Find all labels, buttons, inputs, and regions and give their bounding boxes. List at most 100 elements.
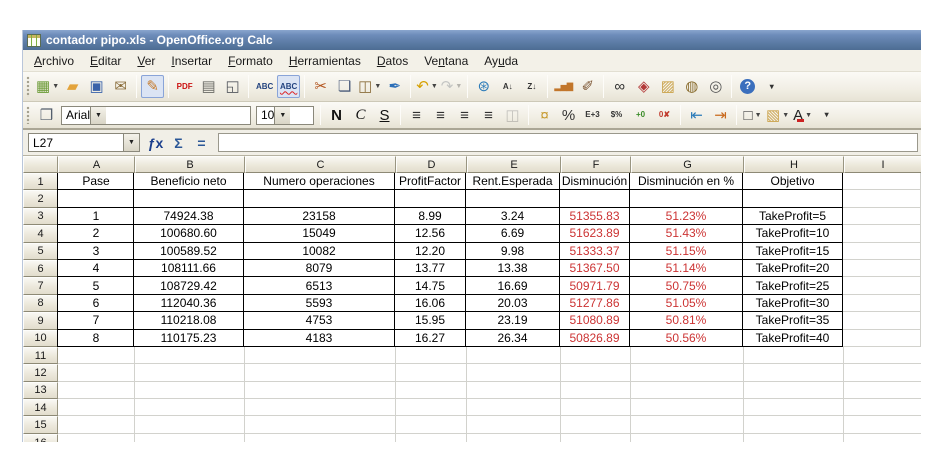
- cell-B8[interactable]: 112040.36: [134, 294, 244, 313]
- cell-G4[interactable]: 51.43%: [630, 225, 743, 243]
- merge-cells-button[interactable]: ◫: [501, 104, 524, 127]
- standard-format-button[interactable]: $%: [605, 104, 628, 127]
- menu-ventana[interactable]: Ventana: [416, 51, 476, 71]
- copy-button[interactable]: ❏: [333, 75, 356, 98]
- cell-A16[interactable]: [58, 433, 135, 442]
- select-all-corner[interactable]: [23, 156, 58, 173]
- cell-D9[interactable]: 15.95: [395, 312, 466, 330]
- cell-F5[interactable]: 51333.37: [560, 242, 630, 260]
- currency-format-button[interactable]: ¤: [533, 104, 556, 127]
- cell-A12[interactable]: [58, 364, 135, 382]
- cell-E7[interactable]: 16.69: [466, 277, 560, 295]
- italic-button[interactable]: C: [349, 104, 372, 127]
- cell-C16[interactable]: [245, 433, 396, 442]
- cell-H8[interactable]: TakeProfit=30: [743, 294, 843, 313]
- cell-F6[interactable]: 51367.50: [560, 259, 630, 278]
- print-button[interactable]: ▤: [197, 75, 220, 98]
- menu-editar[interactable]: Editar: [82, 51, 129, 71]
- insert-chart-button[interactable]: ▂▅▇: [552, 75, 575, 98]
- navigator-button[interactable]: ◈: [632, 75, 655, 98]
- chevron-down-icon[interactable]: ▼: [123, 134, 139, 151]
- cell-G9[interactable]: 50.81%: [630, 312, 743, 330]
- cell-C1[interactable]: Numero operaciones: [244, 173, 395, 191]
- bold-button[interactable]: N: [325, 104, 348, 127]
- autospellcheck-button[interactable]: ABC: [277, 75, 301, 98]
- redo-button[interactable]: ↷ ▼: [440, 75, 464, 98]
- cell-I11[interactable]: [844, 346, 921, 365]
- cell-B3[interactable]: 74924.38: [134, 207, 244, 226]
- name-box[interactable]: L27 ▼: [28, 133, 140, 152]
- email-button[interactable]: ✉: [109, 75, 132, 98]
- chevron-down-icon[interactable]: ▼: [90, 106, 107, 124]
- cell-F8[interactable]: 51277.86: [560, 294, 630, 313]
- row-header-16[interactable]: 16: [23, 433, 58, 442]
- cell-E4[interactable]: 6.69: [466, 225, 560, 243]
- font-color-button[interactable]: A ▼: [791, 104, 814, 127]
- cell-A13[interactable]: [58, 381, 135, 400]
- cell-H1[interactable]: Objetivo: [743, 173, 843, 191]
- spellcheck-button[interactable]: ABC: [253, 75, 276, 98]
- function-button[interactable]: =: [190, 133, 213, 153]
- chevron-down-icon[interactable]: ▼: [274, 106, 291, 124]
- cell-A5[interactable]: 3: [57, 242, 134, 260]
- cell-D16[interactable]: [396, 433, 467, 442]
- cell-E11[interactable]: [467, 346, 561, 365]
- cell-C10[interactable]: 4183: [244, 329, 395, 347]
- cell-E3[interactable]: 3.24: [466, 207, 560, 226]
- chevron-down-icon[interactable]: ▼: [805, 112, 812, 119]
- column-header-C[interactable]: C: [245, 156, 396, 173]
- cell-B13[interactable]: [135, 381, 245, 400]
- cell-B12[interactable]: [135, 364, 245, 382]
- cell-H4[interactable]: TakeProfit=10: [743, 225, 843, 243]
- cell-D1[interactable]: Profit Factor: [395, 173, 466, 191]
- cell-H16[interactable]: [744, 433, 844, 442]
- decrease-indent-button[interactable]: ⇤: [685, 104, 708, 127]
- row-header-1[interactable]: 1: [23, 173, 58, 191]
- increase-indent-button[interactable]: ⇥: [709, 104, 732, 127]
- cell-F2[interactable]: [560, 190, 630, 208]
- menu-datos[interactable]: Datos: [369, 51, 416, 71]
- cell-F4[interactable]: 51623.89: [560, 225, 630, 243]
- borders-button[interactable]: □ ▼: [741, 104, 764, 127]
- cell-C14[interactable]: [245, 399, 396, 417]
- save-button[interactable]: ▣: [85, 75, 108, 98]
- cell-I4[interactable]: [843, 225, 921, 243]
- align-center-button[interactable]: ≡: [429, 104, 452, 127]
- column-header-H[interactable]: H: [744, 156, 844, 173]
- cell-B6[interactable]: 108111.66: [134, 259, 244, 278]
- cell-B5[interactable]: 100589.52: [134, 242, 244, 260]
- cell-F3[interactable]: 51355.83: [560, 207, 630, 226]
- cell-A6[interactable]: 4: [57, 259, 134, 278]
- formula-input[interactable]: [218, 133, 918, 152]
- cell-D15[interactable]: [396, 416, 467, 434]
- delete-decimal-button[interactable]: 0✘: [653, 104, 676, 127]
- cell-H11[interactable]: [744, 346, 844, 365]
- cell-E14[interactable]: [467, 399, 561, 417]
- column-header-G[interactable]: G: [631, 156, 744, 173]
- cell-D8[interactable]: 16.06: [395, 294, 466, 313]
- font-name-combo[interactable]: Arial ▼: [61, 105, 251, 125]
- cell-F12[interactable]: [561, 364, 631, 382]
- column-header-I[interactable]: I: [844, 156, 921, 173]
- cell-G3[interactable]: 51.23%: [630, 207, 743, 226]
- cell-I6[interactable]: [843, 259, 921, 278]
- cell-G8[interactable]: 51.05%: [630, 294, 743, 313]
- cell-A7[interactable]: 5: [57, 277, 134, 295]
- cell-H7[interactable]: TakeProfit=25: [743, 277, 843, 295]
- cell-E6[interactable]: 13.38: [466, 259, 560, 278]
- chevron-down-icon[interactable]: ▼: [455, 83, 462, 90]
- cell-I16[interactable]: [844, 433, 921, 442]
- cell-F13[interactable]: [561, 381, 631, 400]
- cell-C15[interactable]: [245, 416, 396, 434]
- cell-G14[interactable]: [631, 399, 744, 417]
- cell-E16[interactable]: [467, 433, 561, 442]
- cell-I8[interactable]: [843, 294, 921, 313]
- undo-button[interactable]: ↶ ▼: [415, 75, 439, 98]
- cell-B4[interactable]: 100680.60: [134, 225, 244, 243]
- format-paintbrush-button[interactable]: ✒: [383, 75, 406, 98]
- cell-G10[interactable]: 50.56%: [630, 329, 743, 347]
- row-header-10[interactable]: 10: [23, 329, 58, 347]
- cell-E10[interactable]: 26.34: [466, 329, 560, 347]
- column-header-A[interactable]: A: [58, 156, 135, 173]
- cell-H5[interactable]: TakeProfit=15: [743, 242, 843, 260]
